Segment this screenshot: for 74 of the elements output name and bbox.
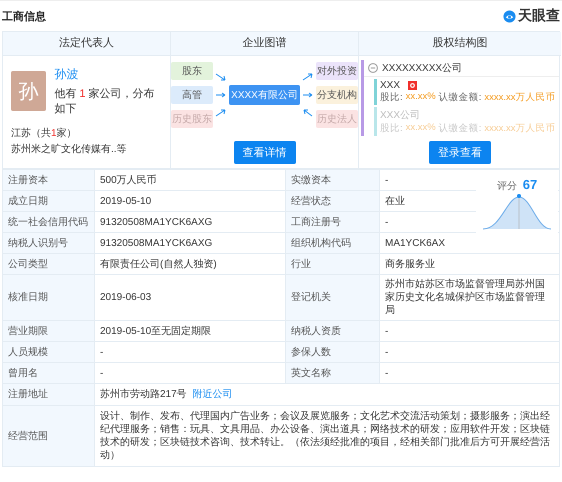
shareholder-name: XXX公司	[380, 109, 420, 122]
graph-node: 股东	[171, 62, 214, 80]
amount-value: xxxx.xx万人民币	[484, 122, 556, 135]
field-label: 实缴资本	[291, 174, 331, 186]
eye-logo-icon	[503, 10, 516, 22]
graph-node: 历史法人	[316, 110, 358, 128]
nearby-companies-link[interactable]: 附近公司	[192, 389, 233, 400]
collapse-icon	[368, 63, 378, 73]
brand-name: 天眼查	[518, 7, 560, 25]
field-label: 登记机关	[291, 291, 331, 304]
address-text: 苏州市劳动路217号	[100, 389, 187, 400]
company-count-text: 他有 1 家公司，分布如下	[54, 86, 156, 116]
field-value: 2019-06-03	[100, 291, 152, 304]
field-label: 人员规模	[8, 346, 48, 358]
field-label: 组织机构代码	[291, 236, 351, 250]
amount-value: xxxx.xx万人民币	[484, 91, 556, 104]
section-title: 工商信息	[2, 10, 46, 24]
field-label: 公司类型	[8, 258, 48, 270]
ratio-label: 股比:	[380, 91, 403, 104]
panel-header: 企业图谱	[171, 32, 358, 56]
score-value: 67	[522, 177, 538, 192]
field-label: 曾用名	[8, 366, 38, 380]
login-view-button[interactable]: 登录查看	[428, 141, 491, 164]
amount-label: 认缴金额:	[438, 91, 482, 104]
field-value: -	[385, 174, 388, 186]
field-value: 设计、制作、发布、代理国内广告业务；会议及展览服务；文化艺术交流活动策划；摄影服务；演出经纪代理服务；销售：玩具、文具用品、办公设备、演出道具；网络技术的研发；应用软件开发；区块链技术的研发；区块链技术咨询、技术转让。（依法须经批准的项目，经相关部门批准后方可开展经营活动）	[100, 411, 550, 461]
graph-node: 分支机构	[316, 86, 358, 104]
field-value: 苏州市姑苏区市场监督管理局苏州国家历史文化名城保护区市场监督管理局	[385, 278, 546, 317]
person-link[interactable]: 孙波	[54, 66, 162, 83]
panel-header: 股权结构图	[359, 32, 561, 56]
graph-node: 历史股东	[171, 110, 214, 128]
field-value: 商务服务业	[385, 258, 435, 270]
field-label: 经营状态	[291, 194, 331, 208]
field-value: -	[385, 346, 388, 358]
field-label: 行业	[291, 258, 311, 270]
field-label: 成立日期	[8, 194, 48, 208]
field-label: 核准日期	[8, 291, 48, 304]
view-details-button[interactable]: 查看详情	[234, 141, 296, 164]
avatar: 孙	[11, 71, 46, 111]
field-label: 纳税人资质	[291, 324, 341, 338]
field-value: 2019-05-10	[100, 194, 152, 208]
field-label: 注册地址	[8, 388, 48, 401]
root-company-name: XXXXXXXXX公司	[382, 62, 462, 75]
field-value: -	[100, 366, 104, 380]
field-label: 营业期限	[8, 324, 48, 338]
field-value: 500万人民币	[100, 174, 157, 186]
field-label: 经营范围	[8, 430, 48, 442]
field-value: 91320508MA1YCK6AXG	[100, 216, 212, 228]
field-label: 英文名称	[291, 366, 331, 380]
graph-node: 高管	[171, 86, 214, 104]
field-label: 纳税人识别号	[8, 236, 68, 250]
field-value: 2019-05-10至无固定期限	[100, 324, 212, 338]
ratio-value: xx.xx%	[406, 91, 436, 104]
field-label: 注册资本	[8, 174, 48, 186]
field-value: -	[385, 216, 388, 228]
company-node: XXXX有限公司	[229, 85, 300, 105]
field-value: -	[385, 324, 388, 338]
field-value: 在业	[385, 194, 405, 208]
region-text: 江苏（共1家）	[11, 126, 77, 140]
ratio-value: xx.xx%	[406, 122, 436, 135]
bell-curve-drawing	[481, 193, 553, 231]
field-label: 统一社会信用代码	[8, 216, 88, 228]
score-label: 评分	[496, 180, 517, 193]
company-list-text: 苏州米之旷文化传媒有..等	[11, 142, 127, 156]
panel-header: 法定代表人	[3, 32, 170, 56]
field-label: 工商注册号	[291, 216, 341, 228]
graph-node: 对外投资	[316, 62, 358, 80]
field-value: 有限责任公司(自然人独资)	[100, 258, 217, 270]
shareholder-name: XXX	[380, 80, 400, 91]
field-value: -	[100, 346, 104, 358]
field-value: 91320508MA1YCK6AXG	[100, 236, 212, 250]
field-value: MA1YCK6AX	[385, 236, 446, 250]
field-label: 参保人数	[291, 346, 331, 358]
field-value: -	[385, 366, 388, 380]
